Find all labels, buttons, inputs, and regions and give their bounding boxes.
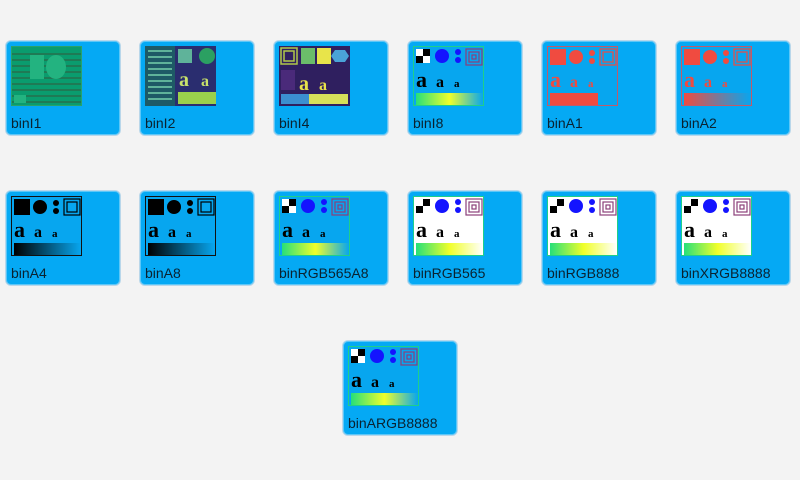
svg-text:a: a — [179, 69, 189, 91]
tile-binARGB8888[interactable]: a a a binARGB8888 — [342, 340, 458, 436]
svg-text:a: a — [570, 74, 578, 91]
tile-binA4[interactable]: a a a binA4 — [5, 190, 121, 286]
tile-label: binI8 — [413, 115, 444, 131]
image-argb8888-thumbnail: a a a — [348, 346, 419, 406]
image-8bit-alpha-thumbnail: a a a — [145, 196, 216, 256]
svg-text:a: a — [299, 73, 309, 95]
svg-text:a: a — [454, 78, 460, 90]
image-1bit-indexed-thumbnail — [11, 46, 82, 106]
svg-text:a: a — [168, 224, 176, 241]
svg-text:a: a — [704, 74, 712, 91]
svg-text:a: a — [52, 228, 58, 240]
tile-label: binA4 — [11, 265, 47, 281]
tile-label: binRGB888 — [547, 265, 620, 281]
svg-text:a: a — [34, 224, 42, 241]
tile-binA1[interactable]: a a a binA1 — [541, 40, 657, 136]
svg-text:a: a — [319, 77, 327, 94]
svg-text:a: a — [201, 73, 209, 90]
tile-binXRGB8888[interactable]: a a a binXRGB8888 — [675, 190, 791, 286]
tile-label: binRGB565 — [413, 265, 486, 281]
svg-text:a: a — [454, 228, 460, 240]
svg-text:a: a — [302, 224, 310, 241]
tile-label: binA1 — [547, 115, 583, 131]
svg-text:a: a — [351, 367, 362, 392]
svg-text:a: a — [282, 217, 293, 242]
tile-label: binXRGB8888 — [681, 265, 771, 281]
tile-binI4[interactable]: a a binI4 — [273, 40, 389, 136]
image-rgb565a8-thumbnail: a a a — [279, 196, 350, 256]
tile-binRGB565[interactable]: a a a binRGB565 — [407, 190, 523, 286]
svg-text:a: a — [186, 228, 192, 240]
tile-label: binI4 — [279, 115, 310, 131]
tile-binI2[interactable]: a a binI2 — [139, 40, 255, 136]
svg-text:a: a — [436, 224, 444, 241]
image-rgb888-thumbnail: a a a — [547, 196, 618, 256]
svg-text:a: a — [550, 67, 561, 92]
tile-label: binA8 — [145, 265, 181, 281]
svg-text:a: a — [416, 217, 427, 242]
image-4bit-indexed-thumbnail: a a — [279, 46, 350, 106]
svg-text:a: a — [436, 74, 444, 91]
svg-text:a: a — [704, 224, 712, 241]
svg-text:a: a — [588, 228, 594, 240]
tile-label: binRGB565A8 — [279, 265, 369, 281]
svg-text:a: a — [570, 224, 578, 241]
image-xrgb8888-thumbnail: a a a — [681, 196, 752, 256]
svg-text:a: a — [722, 228, 728, 240]
svg-text:a: a — [416, 67, 427, 92]
tile-binRGB888[interactable]: a a a binRGB888 — [541, 190, 657, 286]
tile-binI8[interactable]: a a a binI8 — [407, 40, 523, 136]
svg-text:a: a — [684, 217, 695, 242]
svg-text:a: a — [148, 217, 159, 242]
svg-text:a: a — [14, 217, 25, 242]
tile-label: binI1 — [11, 115, 42, 131]
tile-binA2[interactable]: a a a binA2 — [675, 40, 791, 136]
svg-text:a: a — [684, 67, 695, 92]
image-rgb565-thumbnail: a a a — [413, 196, 484, 256]
svg-text:a: a — [389, 378, 395, 390]
tile-label: binARGB8888 — [348, 415, 438, 431]
image-4bit-alpha-thumbnail: a a a — [11, 196, 82, 256]
image-format-grid: binI1 a a binI2 a a binI4 a a a binI8 a … — [0, 0, 800, 480]
tile-label: binA2 — [681, 115, 717, 131]
tile-label: binI2 — [145, 115, 176, 131]
image-2bit-alpha-thumbnail: a a a — [681, 46, 752, 106]
svg-text:a: a — [320, 228, 326, 240]
image-8bit-indexed-thumbnail: a a a — [413, 46, 484, 106]
image-1bit-alpha-thumbnail: a a a — [547, 46, 618, 106]
svg-text:a: a — [588, 78, 594, 90]
tile-binRGB565A8[interactable]: a a a binRGB565A8 — [273, 190, 389, 286]
tile-binI1[interactable]: binI1 — [5, 40, 121, 136]
tile-binA8[interactable]: a a a binA8 — [139, 190, 255, 286]
image-2bit-indexed-thumbnail: a a — [145, 46, 216, 106]
svg-text:a: a — [371, 374, 379, 391]
svg-text:a: a — [722, 78, 728, 90]
svg-text:a: a — [550, 217, 561, 242]
